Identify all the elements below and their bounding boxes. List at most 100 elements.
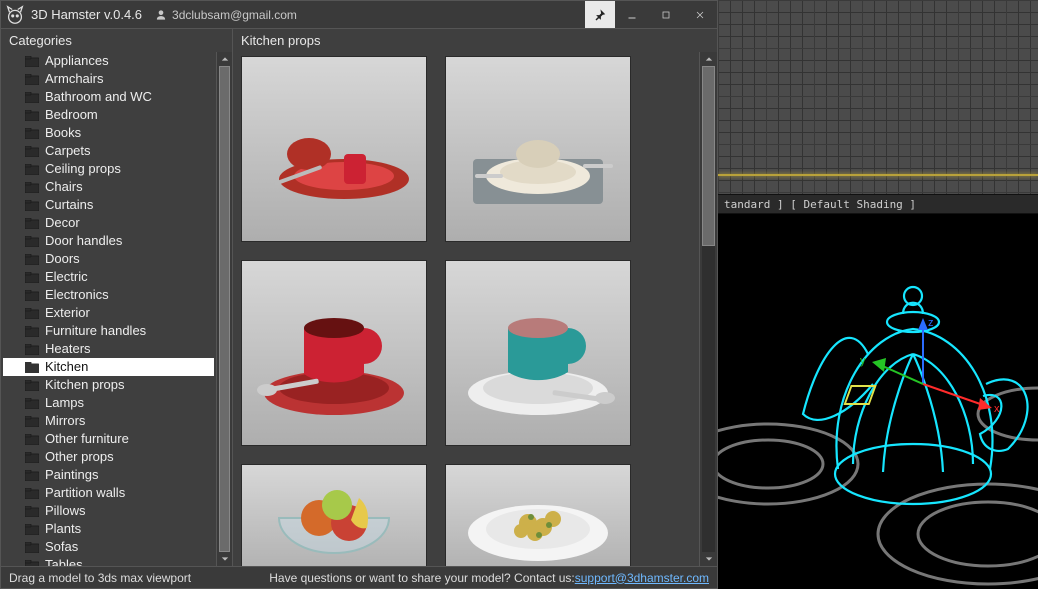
- folder-icon: [25, 218, 39, 229]
- category-item[interactable]: Decor: [3, 214, 214, 232]
- thumbnail-fruit-bowl[interactable]: [241, 464, 427, 566]
- thumbnail-beige-dinnerware-set[interactable]: [445, 56, 631, 242]
- category-label: Chairs: [45, 179, 83, 195]
- category-label: Books: [45, 125, 81, 141]
- title-bar[interactable]: 3D Hamster v.0.4.6 3dclubsam@gmail.com: [1, 1, 717, 29]
- folder-icon: [25, 416, 39, 427]
- folder-icon: [25, 56, 39, 67]
- category-item[interactable]: Tables: [3, 556, 214, 566]
- category-label: Electronics: [45, 287, 109, 303]
- folder-icon: [25, 326, 39, 337]
- category-item[interactable]: Curtains: [3, 196, 214, 214]
- viewport-grid-top[interactable]: [718, 0, 1038, 194]
- category-item[interactable]: Mirrors: [3, 412, 214, 430]
- user-account[interactable]: 3dclubsam@gmail.com: [154, 8, 297, 22]
- category-label: Lamps: [45, 395, 84, 411]
- category-label: Other furniture: [45, 431, 129, 447]
- thumbnail-panel: Kitchen props: [233, 29, 717, 566]
- category-item[interactable]: Other props: [3, 448, 214, 466]
- category-label: Door handles: [45, 233, 122, 249]
- category-label: Partition walls: [45, 485, 125, 501]
- scroll-down-icon[interactable]: [217, 552, 232, 566]
- category-item[interactable]: Kitchen props: [3, 376, 214, 394]
- category-item[interactable]: Kitchen: [3, 358, 214, 376]
- category-item[interactable]: Carpets: [3, 142, 214, 160]
- pin-button[interactable]: [585, 1, 615, 28]
- folder-icon: [25, 344, 39, 355]
- category-item[interactable]: Appliances: [3, 52, 214, 70]
- category-item[interactable]: Armchairs: [3, 70, 214, 88]
- category-label: Bathroom and WC: [45, 89, 152, 105]
- minimize-icon: [626, 9, 638, 21]
- category-label: Kitchen: [45, 359, 88, 375]
- category-item[interactable]: Electronics: [3, 286, 214, 304]
- category-item[interactable]: Partition walls: [3, 484, 214, 502]
- category-item[interactable]: Plants: [3, 520, 214, 538]
- thumbnail-grid: [233, 52, 699, 566]
- status-hint: Drag a model to 3ds max viewport: [9, 571, 191, 585]
- category-label: Armchairs: [45, 71, 104, 87]
- thumbnail-red-cup-saucer[interactable]: [241, 260, 427, 446]
- app-window: 3D Hamster v.0.4.6 3dclubsam@gmail.com: [0, 0, 718, 589]
- categories-header: Categories: [1, 29, 232, 52]
- max-viewport[interactable]: tandard ] [ Default Shading ]: [718, 0, 1038, 589]
- category-label: Mirrors: [45, 413, 85, 429]
- folder-icon: [25, 146, 39, 157]
- scroll-up-icon[interactable]: [217, 52, 232, 66]
- folder-icon: [25, 128, 39, 139]
- category-item[interactable]: Sofas: [3, 538, 214, 556]
- maximize-icon: [660, 9, 672, 21]
- category-item[interactable]: Door handles: [3, 232, 214, 250]
- category-item[interactable]: Other furniture: [3, 430, 214, 448]
- category-item[interactable]: Exterior: [3, 304, 214, 322]
- category-item[interactable]: Paintings: [3, 466, 214, 484]
- category-item[interactable]: Ceiling props: [3, 160, 214, 178]
- category-item[interactable]: Pillows: [3, 502, 214, 520]
- scroll-handle[interactable]: [702, 66, 715, 246]
- support-link[interactable]: support@3dhamster.com: [575, 571, 709, 585]
- thumbnail-scrollbar[interactable]: [699, 52, 717, 566]
- category-item[interactable]: Bedroom: [3, 106, 214, 124]
- category-item[interactable]: Chairs: [3, 178, 214, 196]
- folder-icon: [25, 290, 39, 301]
- category-label: Heaters: [45, 341, 91, 357]
- folder-icon: [25, 182, 39, 193]
- category-item[interactable]: Books: [3, 124, 214, 142]
- category-label: Electric: [45, 269, 88, 285]
- category-label: Carpets: [45, 143, 91, 159]
- category-item[interactable]: Lamps: [3, 394, 214, 412]
- folder-icon: [25, 470, 39, 481]
- thumbnail-pasta-plate[interactable]: [445, 464, 631, 566]
- thumbnail-teal-cup-saucer[interactable]: [445, 260, 631, 446]
- category-label: Other props: [45, 449, 114, 465]
- category-item[interactable]: Electric: [3, 268, 214, 286]
- thumbnail-red-dinnerware-set[interactable]: [241, 56, 427, 242]
- close-button[interactable]: [683, 1, 717, 28]
- scroll-up-icon[interactable]: [700, 52, 717, 66]
- folder-icon: [25, 452, 39, 463]
- category-label: Curtains: [45, 197, 93, 213]
- folder-icon: [25, 308, 39, 319]
- category-list[interactable]: AppliancesArmchairs Bathroom and WCBedroo…: [1, 52, 216, 566]
- folder-icon: [25, 434, 39, 445]
- status-bar: Drag a model to 3ds max viewport Have qu…: [1, 566, 717, 588]
- category-label: Paintings: [45, 467, 98, 483]
- scroll-down-icon[interactable]: [700, 552, 717, 566]
- category-label: Doors: [45, 251, 80, 267]
- folder-icon: [25, 362, 39, 373]
- close-icon: [694, 9, 706, 21]
- minimize-button[interactable]: [615, 1, 649, 28]
- scroll-handle[interactable]: [219, 66, 230, 552]
- user-email: 3dclubsam@gmail.com: [172, 8, 297, 22]
- viewport-perspective[interactable]: z x y: [718, 214, 1038, 589]
- category-item[interactable]: Bathroom and WC: [3, 88, 214, 106]
- viewport-label[interactable]: tandard ] [ Default Shading ]: [718, 194, 1038, 214]
- folder-icon: [25, 74, 39, 85]
- category-item[interactable]: Heaters: [3, 340, 214, 358]
- category-item[interactable]: Furniture handles: [3, 322, 214, 340]
- folder-icon: [25, 398, 39, 409]
- maximize-button[interactable]: [649, 1, 683, 28]
- category-scrollbar[interactable]: [216, 52, 232, 566]
- category-item[interactable]: Doors: [3, 250, 214, 268]
- pin-icon: [594, 9, 606, 21]
